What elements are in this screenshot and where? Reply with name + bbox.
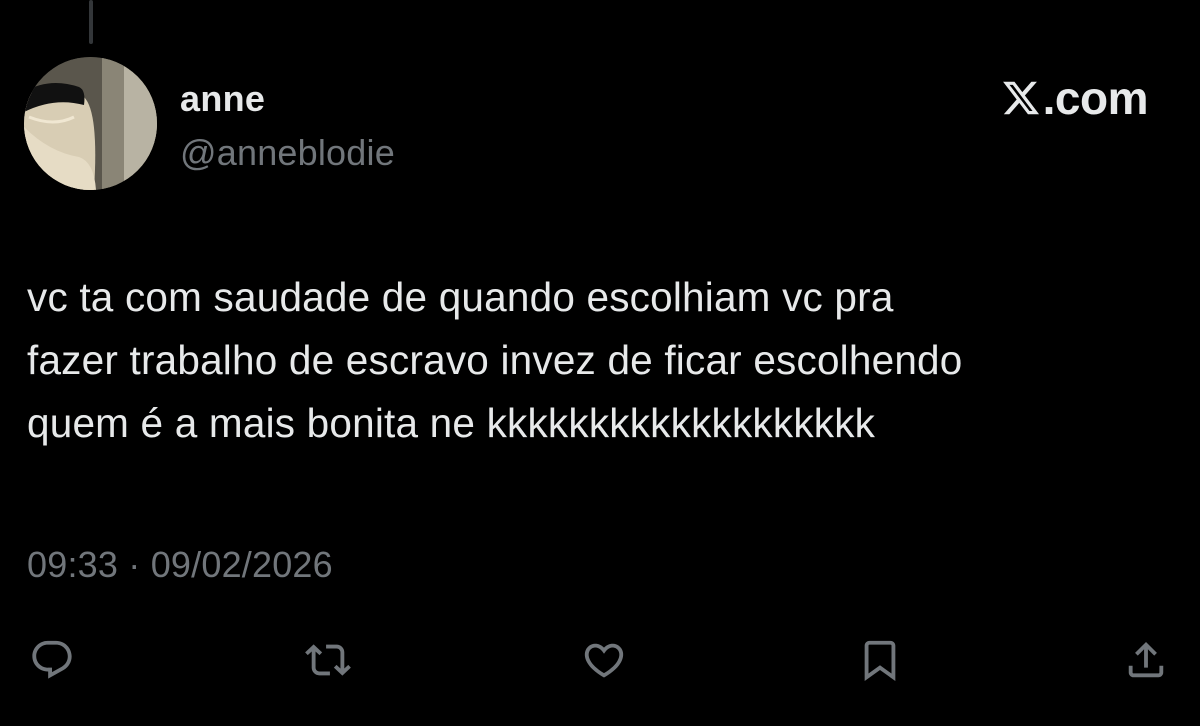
- thread-connector-line: [89, 0, 93, 44]
- tweet-date[interactable]: 09/02/2026: [151, 544, 333, 585]
- x-logo-icon: [1001, 78, 1041, 118]
- tweet-action-bar: [0, 630, 1200, 690]
- avatar-photo: [24, 57, 157, 190]
- avatar[interactable]: [24, 57, 157, 190]
- repost-icon: [305, 644, 351, 676]
- bookmark-button[interactable]: [850, 630, 910, 690]
- like-button[interactable]: [574, 630, 634, 690]
- display-name[interactable]: anne: [180, 78, 265, 120]
- share-button[interactable]: [1116, 630, 1176, 690]
- tweet-timestamp: 09:33 · 09/02/2026: [27, 542, 333, 588]
- tweet-text: vc ta com saudade de quando escolhiam vc…: [27, 274, 963, 446]
- bookmark-icon: [864, 640, 896, 681]
- share-icon: [1128, 641, 1164, 678]
- reply-button[interactable]: [22, 630, 82, 690]
- heart-icon: [584, 643, 624, 678]
- repost-button[interactable]: [298, 630, 358, 690]
- tweet-time[interactable]: 09:33: [27, 544, 118, 585]
- timestamp-separator: ·: [128, 544, 141, 585]
- brand-watermark: .com: [1001, 72, 1149, 124]
- reply-icon: [32, 640, 72, 679]
- user-handle[interactable]: @anneblodie: [180, 132, 395, 174]
- brand-domain-text: .com: [1042, 72, 1149, 124]
